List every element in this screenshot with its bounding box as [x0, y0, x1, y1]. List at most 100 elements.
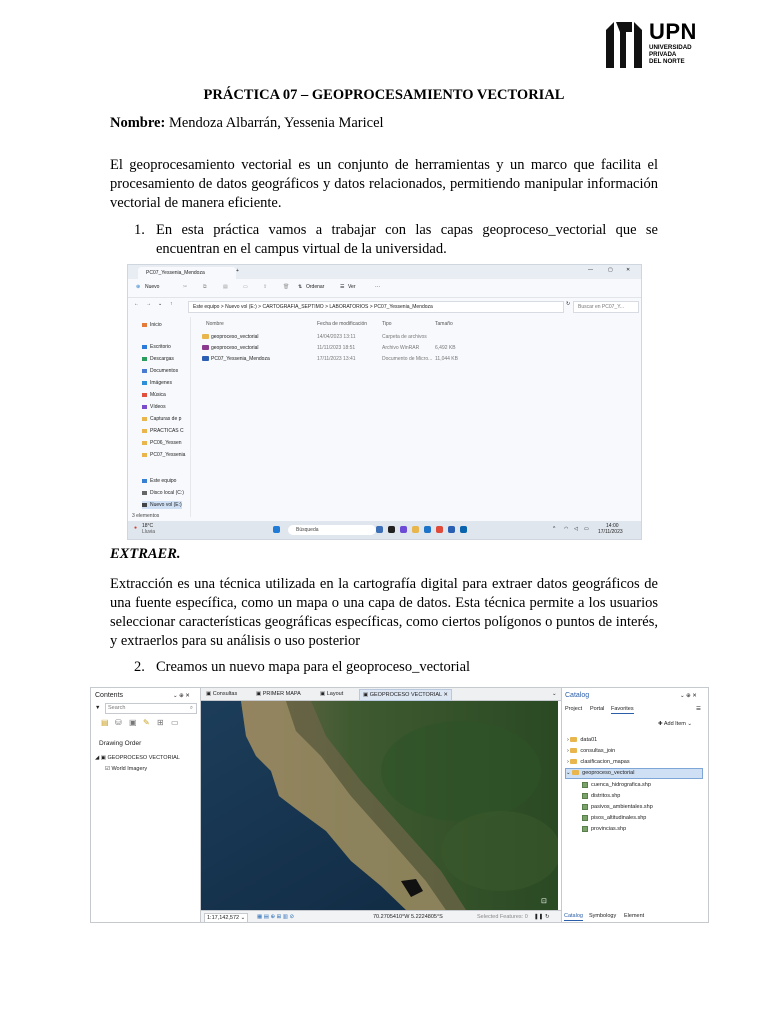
pane-options-icon[interactable]: ⌄ ⊕ ✕ [173, 692, 190, 700]
col-type[interactable]: Tipo [382, 321, 392, 327]
nav-item-disco-c[interactable]: Disco local (C:) [142, 489, 184, 497]
shapefile-item[interactable]: cuenca_hidrografica.shp [582, 781, 651, 789]
file-row[interactable]: PC07_Yessenia_Mendoza 17/11/2023 13:41 D… [202, 355, 632, 364]
folder-geoproceso-vectorial[interactable]: ⌄ geoproceso_vectorial [565, 768, 703, 779]
nav-item-videos[interactable]: Vídeos [142, 403, 166, 411]
cut-icon[interactable]: ✂ [183, 284, 187, 290]
delete-icon[interactable]: 🗑 [283, 284, 289, 290]
add-item-button[interactable]: ✚ Add Item ⌄ [658, 720, 692, 728]
copy-icon[interactable]: ⧉ [203, 284, 207, 290]
explorer-tab[interactable]: PC07_Yessenia_Mendoza [138, 267, 236, 279]
nav-item-practicas[interactable]: PRACTICAS C [142, 427, 184, 435]
sort-button[interactable]: Ordenar [306, 284, 324, 290]
word-icon[interactable] [448, 526, 455, 533]
coordinates-readout: 70.2705410°W 5.2224805°S [373, 914, 443, 920]
file-row[interactable]: geoproceso_vectorial 14/04/2023 13:11 Ca… [202, 333, 632, 342]
list-by-source-icon[interactable]: ⛁ [115, 719, 122, 727]
nav-item-documentos[interactable]: Documentos [142, 367, 178, 375]
nav-item-capturas[interactable]: Capturas de p [142, 415, 181, 423]
clock-date[interactable]: 17/11/2023 [598, 529, 623, 535]
edge-icon[interactable] [424, 526, 431, 533]
file-explorer-icon[interactable] [412, 526, 419, 533]
col-name[interactable]: Nombre [206, 321, 224, 327]
bottom-tab-symbology[interactable]: Symbology [589, 912, 616, 920]
new-button[interactable]: Nuevo [145, 284, 159, 290]
tab-geoproceso-vectorial[interactable]: ▣ GEOPROCESO VECTORIAL ✕ [359, 689, 453, 701]
nav-item-pc06[interactable]: PC06_Yessen [142, 439, 182, 447]
folder-data01[interactable]: › data01 [567, 736, 597, 744]
map-node[interactable]: ◢ ▣ GEOPROCESO VECTORIAL [95, 754, 180, 762]
tab-consultas[interactable]: ▣ Consultas [203, 689, 240, 699]
filter-icon[interactable]: ▼ [95, 704, 100, 712]
shapefile-item[interactable]: pasivos_ambientales.shp [582, 803, 653, 811]
catalog-options-icon[interactable]: ⌄ ⊕ ✕ [680, 692, 697, 700]
nav-item-musica[interactable]: Música [142, 391, 166, 399]
menu-icon[interactable]: ☰ [696, 705, 701, 713]
chrome-icon[interactable] [436, 526, 443, 533]
outlook-icon[interactable] [460, 526, 467, 533]
nav-item-escritorio[interactable]: Escritorio [142, 343, 171, 351]
file-row[interactable]: geoproceso_vectorial 11/11/2023 18:51 Ar… [202, 344, 632, 353]
rename-icon[interactable]: ▭ [243, 284, 248, 290]
scale-select[interactable]: 1:17,142,572 ⌄ [204, 913, 249, 922]
folder-clasificacion-mapas[interactable]: › clasificacion_mapas [567, 758, 630, 766]
shapefile-item[interactable]: distritos.shp [582, 792, 620, 800]
task-view-icon[interactable] [376, 526, 383, 533]
refresh-map-icon[interactable]: ↻ [545, 913, 550, 921]
explorer-search[interactable]: Buscar en PC07_Y... [573, 301, 639, 313]
forward-icon[interactable]: → [146, 301, 151, 307]
taskbar-search[interactable]: Búsqueda [288, 525, 376, 535]
layer-world-imagery[interactable]: ☑ World Imagery [105, 765, 147, 773]
pause-icon[interactable]: ❚❚ [534, 913, 543, 921]
more-icon[interactable]: ··· [375, 284, 380, 290]
contents-search[interactable]: Search ⌕ [105, 703, 197, 714]
view-button[interactable]: Ver [348, 284, 356, 290]
minimize-icon[interactable]: — [588, 267, 593, 273]
volume-icon[interactable]: ◁ [574, 526, 578, 532]
widgets-icon[interactable] [388, 526, 395, 533]
start-icon[interactable] [273, 526, 280, 533]
list-by-editing-icon[interactable]: ✎ [143, 719, 150, 727]
col-size[interactable]: Tamaño [435, 321, 453, 327]
folder-consultas-join[interactable]: › consultas_join [567, 747, 615, 755]
shapefile-item[interactable]: pisos_altitudinales.shp [582, 814, 646, 822]
close-icon[interactable]: ✕ [626, 267, 630, 273]
refresh-icon[interactable]: ↻ [566, 301, 570, 307]
bottom-tab-catalog[interactable]: Catalog [564, 912, 583, 921]
list-by-labeling-icon[interactable]: ▭ [171, 719, 179, 727]
list-by-snapping-icon[interactable]: ⊞ [157, 719, 164, 727]
tray-chevron-icon[interactable]: ^ [553, 526, 555, 532]
maximize-icon[interactable]: ▢ [608, 267, 613, 273]
nav-item-imagenes[interactable]: Imágenes [142, 379, 172, 387]
teams-icon[interactable] [400, 526, 407, 533]
map-zoom-icon[interactable]: ⊡ [541, 897, 547, 905]
shapefile-item[interactable]: provincias.shp [582, 825, 626, 833]
satellite-map[interactable]: ⊡ [201, 701, 558, 910]
nav-item-descargas[interactable]: Descargas [142, 355, 174, 363]
wifi-icon[interactable]: ◠ [564, 526, 568, 532]
tabs-dropdown-icon[interactable]: ⌄ [549, 689, 560, 699]
list-by-drawing-order-icon[interactable]: ▤ [101, 719, 109, 727]
up-icon[interactable]: ↑ [170, 301, 173, 307]
back-icon[interactable]: ← [134, 301, 139, 307]
share-icon[interactable]: ⇪ [263, 284, 267, 290]
dropdown-icon[interactable]: ⌄ [158, 301, 162, 307]
tab-layout[interactable]: ▣ Layout [317, 689, 346, 699]
bottom-tab-element[interactable]: Element [624, 912, 644, 920]
paste-icon[interactable]: ▤ [223, 284, 228, 290]
catalog-tab-favorites[interactable]: Favorites [611, 705, 634, 714]
map-tools-icons[interactable]: ▦ ▤ ⊕ ⊞ ▥ ⊘ [257, 913, 294, 921]
list-by-selection-icon[interactable]: ▣ [129, 719, 137, 727]
new-tab-icon[interactable]: + [236, 268, 239, 274]
upn-torch-icon [606, 22, 642, 68]
tab-primer-mapa[interactable]: ▣ PRIMER MAPA [253, 689, 304, 699]
breadcrumb[interactable]: Este equipo > Nuevo vol (E:) > CARTOGRAF… [188, 301, 564, 313]
catalog-tab-project[interactable]: Project [565, 705, 582, 713]
col-date[interactable]: Fecha de modificación [317, 321, 367, 327]
nav-item-este-equipo[interactable]: Este equipo [142, 477, 176, 485]
catalog-tab-portal[interactable]: Portal [590, 705, 604, 713]
nav-item-nuevo-vol[interactable]: Nuevo vol (E:) [142, 501, 182, 509]
battery-icon[interactable]: ▭ [584, 526, 589, 532]
nav-item-pc07[interactable]: PC07_Yessenia [142, 451, 185, 459]
nav-item-inicio[interactable]: Inicio [142, 321, 162, 329]
